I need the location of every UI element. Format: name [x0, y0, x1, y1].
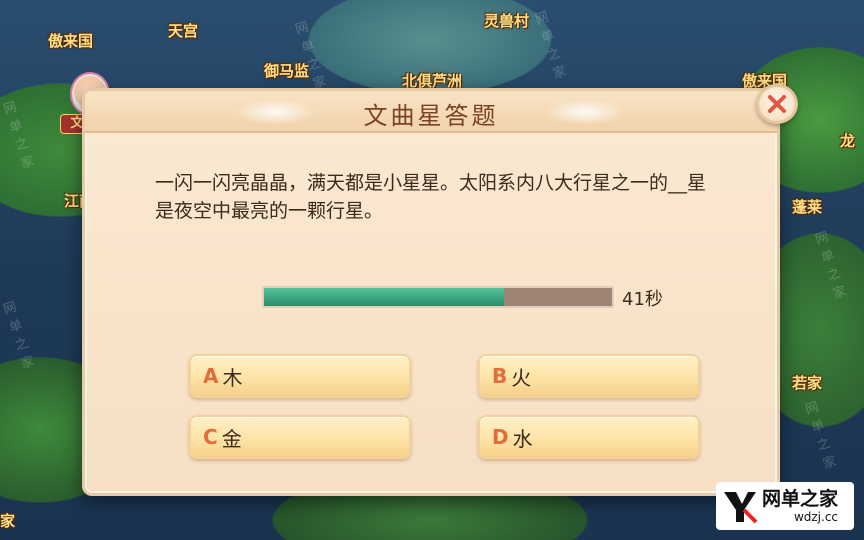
site-url: wdzj.cc — [793, 510, 839, 524]
site-brand: 网单之家 wdzj.cc — [762, 488, 838, 524]
option-text: 火 — [511, 365, 532, 390]
option-letter: A — [203, 364, 219, 388]
watermark: 网单之家 — [0, 99, 37, 177]
option-letter: B — [492, 364, 508, 388]
map-location-label: 天宫 — [168, 22, 199, 40]
option-letter: C — [203, 425, 218, 449]
map-location-label: 傲来国 — [48, 32, 94, 50]
site-logo: 网单之家 wdzj.cc — [716, 482, 854, 530]
countdown-bar — [262, 286, 614, 308]
answer-option-a[interactable]: A 木 — [189, 354, 411, 398]
option-text: 木 — [222, 365, 243, 390]
map-location-label: 灵兽村 — [484, 12, 530, 30]
dialog-title-bar: 文曲星答题 — [85, 91, 777, 133]
option-letter: D — [492, 425, 509, 449]
map-location-label: 龙 — [840, 132, 856, 150]
y-logo-icon — [724, 492, 758, 524]
answer-option-b[interactable]: B 火 — [478, 354, 700, 398]
answer-option-c[interactable]: C 金 — [189, 415, 411, 459]
option-text: 金 — [221, 426, 242, 451]
option-text: 水 — [512, 426, 533, 451]
watermark: 网单之家 — [530, 9, 569, 87]
map-location-label: 若家 — [792, 374, 823, 392]
close-icon — [768, 95, 786, 113]
map-location-label: 蓬莱 — [792, 198, 823, 216]
watermark: 网单之家 — [290, 19, 329, 97]
countdown-bar-fill — [264, 288, 505, 306]
watermark: 网单之家 — [800, 399, 839, 477]
dialog-title: 文曲星答题 — [363, 102, 499, 130]
watermark: 网单之家 — [0, 299, 37, 377]
question-text: 一闪一闪亮晶晶，满天都是小星星。太阳系内八大行星之一的__星是夜空中最亮的一颗行… — [155, 172, 707, 222]
map-location-label: 家 — [0, 512, 16, 530]
countdown-seconds: 41秒 — [622, 289, 663, 310]
quiz-dialog: 文曲星答题 一闪一闪亮晶晶，满天都是小星星。太阳系内八大行星之一的__星是夜空中… — [82, 88, 780, 496]
site-name: 网单之家 — [762, 488, 839, 510]
answer-option-d[interactable]: D 水 — [478, 415, 700, 459]
watermark: 网单之家 — [810, 229, 849, 307]
close-button[interactable] — [756, 84, 798, 124]
